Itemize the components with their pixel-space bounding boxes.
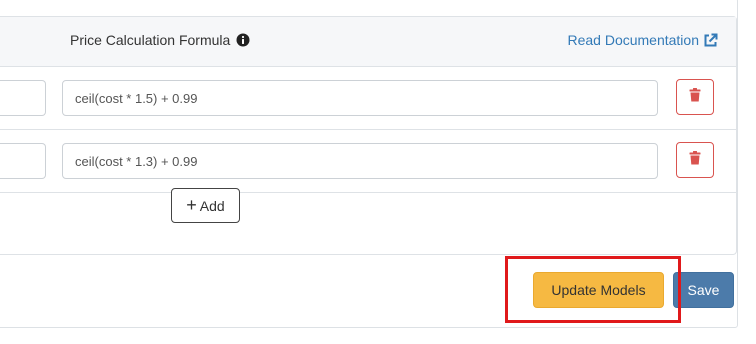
plus-icon: +: [186, 194, 197, 215]
table-row: [0, 130, 736, 193]
cost-field[interactable]: [0, 143, 46, 179]
update-models-button[interactable]: Update Models: [533, 272, 664, 308]
trash-icon: [689, 87, 701, 107]
formula-column-header: Price Calculation Formula: [70, 32, 250, 48]
external-link-icon: [703, 33, 718, 48]
save-button[interactable]: Save: [673, 272, 734, 308]
formula-input[interactable]: [62, 143, 658, 179]
doc-link-label: Read Documentation: [567, 32, 699, 48]
delete-row-button[interactable]: [676, 79, 714, 115]
table-header: Price Calculation Formula Read Documenta…: [0, 17, 736, 67]
pricing-rules-table: Price Calculation Formula Read Documenta…: [0, 16, 737, 255]
add-rule-button[interactable]: + Add: [171, 188, 240, 223]
table-row: [0, 67, 736, 130]
info-circle-icon[interactable]: [236, 33, 250, 47]
cost-field[interactable]: [0, 80, 46, 116]
read-documentation-link[interactable]: Read Documentation: [567, 32, 718, 48]
formula-header-label: Price Calculation Formula: [70, 32, 231, 48]
trash-icon: [689, 150, 701, 170]
formula-input[interactable]: [62, 80, 658, 116]
add-button-label: Add: [199, 197, 225, 214]
delete-row-button[interactable]: [676, 142, 714, 178]
